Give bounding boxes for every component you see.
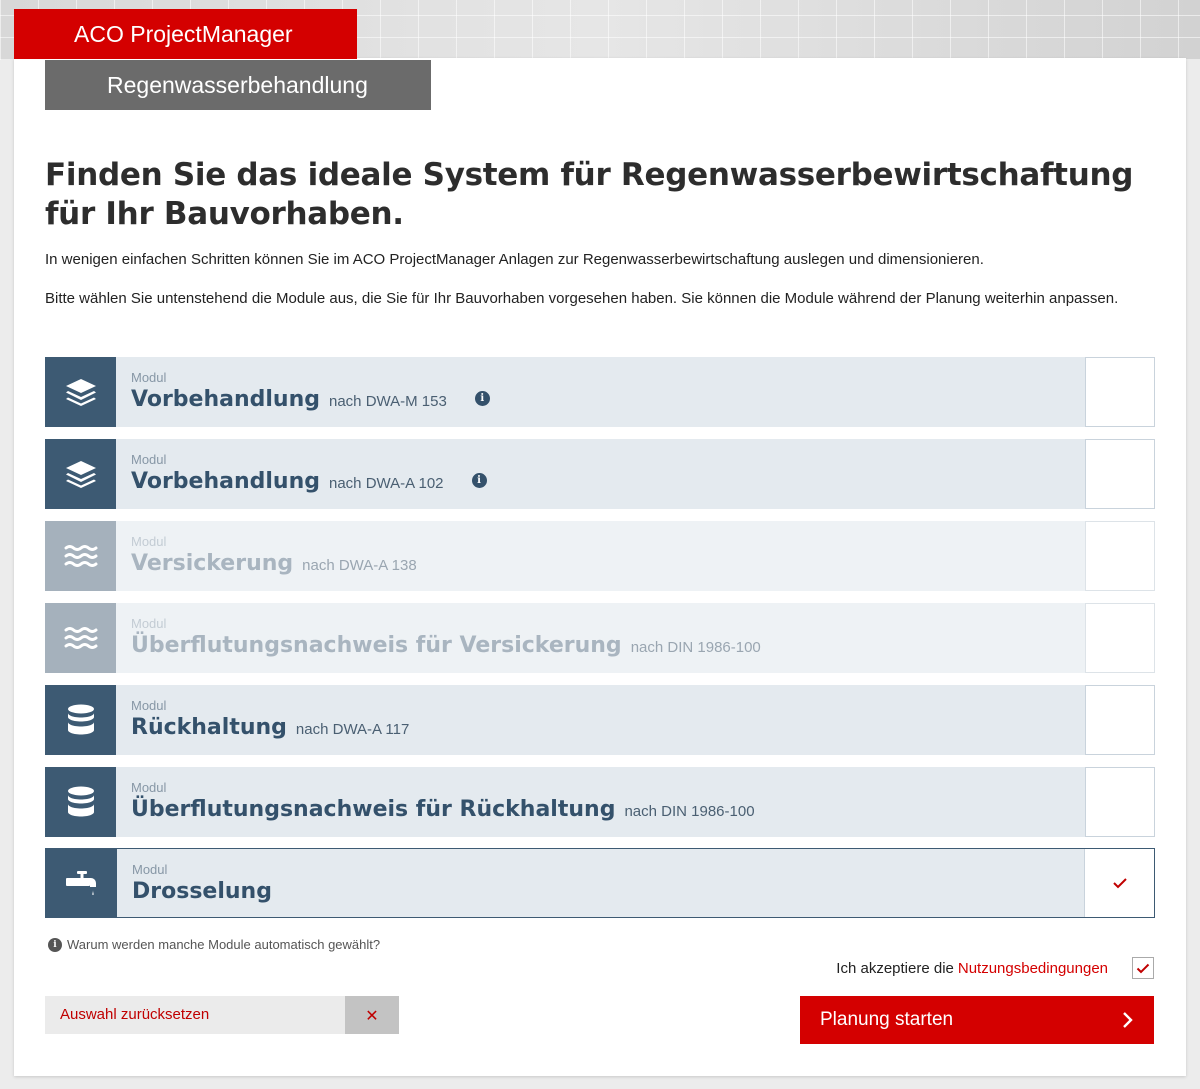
module-ueberflutung-rueckhaltung[interactable]: Modul Überflutungsnachweis für Rückhaltu… bbox=[45, 767, 1155, 837]
water-waves-icon bbox=[45, 521, 116, 591]
auto-select-help-link[interactable]: i Warum werden manche Module automatisch… bbox=[48, 937, 380, 952]
module-kicker: Modul bbox=[131, 698, 167, 713]
module-checkbox bbox=[1085, 603, 1155, 673]
module-norm: nach DIN 1986-100 bbox=[624, 803, 755, 820]
module-title: Vorbehandlung bbox=[131, 387, 320, 412]
module-kicker: Modul bbox=[131, 780, 167, 795]
page-title: Finden Sie das ideale System für Regenwa… bbox=[45, 157, 1134, 232]
help-text: Warum werden manche Module automatisch g… bbox=[67, 937, 381, 952]
module-title: Vorbehandlung bbox=[131, 469, 320, 494]
module-checkbox bbox=[1085, 521, 1155, 591]
module-kicker: Modul bbox=[131, 452, 167, 467]
module-title: Rückhaltung bbox=[131, 715, 287, 740]
close-icon[interactable]: ✕ bbox=[345, 996, 399, 1034]
module-checkbox[interactable] bbox=[1085, 685, 1155, 755]
module-title: Überflutungsnachweis für Rückhaltung bbox=[131, 797, 616, 822]
database-icon bbox=[45, 685, 116, 755]
faucet-icon bbox=[46, 849, 117, 917]
info-circle-icon: i bbox=[48, 937, 62, 952]
start-label: Planung starten bbox=[820, 1009, 954, 1030]
module-checkbox[interactable] bbox=[1085, 767, 1155, 837]
checkmark-icon bbox=[1112, 878, 1127, 889]
module-checkbox-checked[interactable] bbox=[1084, 849, 1154, 917]
tab-regenwasserbehandlung[interactable]: Regenwasserbehandlung bbox=[45, 60, 431, 110]
app-title[interactable]: ACO ProjectManager bbox=[14, 9, 357, 59]
terms-link[interactable]: Nutzungsbedingungen bbox=[958, 960, 1108, 977]
module-norm: nach DWA-A 102 bbox=[329, 475, 444, 492]
module-vorbehandlung-m153[interactable]: Modul Vorbehandlung nach DWA-M 153 i bbox=[45, 357, 1155, 427]
module-versickerung: Modul Versickerung nach DWA-A 138 bbox=[45, 521, 1155, 591]
module-kicker: Modul bbox=[131, 534, 167, 549]
module-norm: nach DWA-M 153 bbox=[329, 393, 447, 410]
intro-text-1: In wenigen einfachen Schritten können Si… bbox=[45, 251, 984, 268]
module-rueckhaltung[interactable]: Modul Rückhaltung nach DWA-A 117 bbox=[45, 685, 1155, 755]
module-ueberflutung-versickerung: Modul Überflutungsnachweis für Versicker… bbox=[45, 603, 1155, 673]
terms-checkbox[interactable] bbox=[1132, 957, 1154, 979]
terms-prefix: Ich akzeptiere die bbox=[836, 959, 954, 977]
terms-acceptance: Ich akzeptiere die Nutzungsbedingungen bbox=[836, 957, 1154, 979]
layers-icon bbox=[45, 439, 116, 509]
info-icon[interactable]: i bbox=[471, 472, 487, 488]
module-title: Überflutungsnachweis für Versickerung bbox=[131, 633, 622, 658]
module-norm: nach DWA-A 117 bbox=[295, 721, 410, 738]
module-drosselung[interactable]: Modul Drosselung bbox=[45, 848, 1155, 918]
start-planning-button[interactable]: Planung starten bbox=[800, 996, 1154, 1044]
reset-label: Auswahl zurücksetzen bbox=[60, 1006, 210, 1023]
checkmark-icon bbox=[1136, 963, 1150, 973]
layers-icon bbox=[45, 357, 116, 427]
module-norm: nach DWA-A 138 bbox=[302, 557, 417, 574]
module-checkbox[interactable] bbox=[1085, 439, 1155, 509]
module-title: Versickerung bbox=[131, 551, 294, 576]
reset-selection-button[interactable]: Auswahl zurücksetzen ✕ bbox=[45, 996, 399, 1034]
module-norm: nach DIN 1986-100 bbox=[630, 639, 761, 656]
module-title: Drosselung bbox=[132, 879, 272, 904]
water-waves-icon bbox=[45, 603, 116, 673]
intro-text-2: Bitte wählen Sie untenstehend die Module… bbox=[45, 290, 1119, 307]
module-checkbox[interactable] bbox=[1085, 357, 1155, 427]
module-kicker: Modul bbox=[131, 370, 167, 385]
module-vorbehandlung-a102[interactable]: Modul Vorbehandlung nach DWA-A 102 i bbox=[45, 439, 1155, 509]
database-icon bbox=[45, 767, 116, 837]
module-kicker: Modul bbox=[131, 616, 167, 631]
module-kicker: Modul bbox=[132, 862, 168, 877]
chevron-right-icon bbox=[1123, 1012, 1133, 1028]
info-icon[interactable]: i bbox=[474, 390, 490, 406]
